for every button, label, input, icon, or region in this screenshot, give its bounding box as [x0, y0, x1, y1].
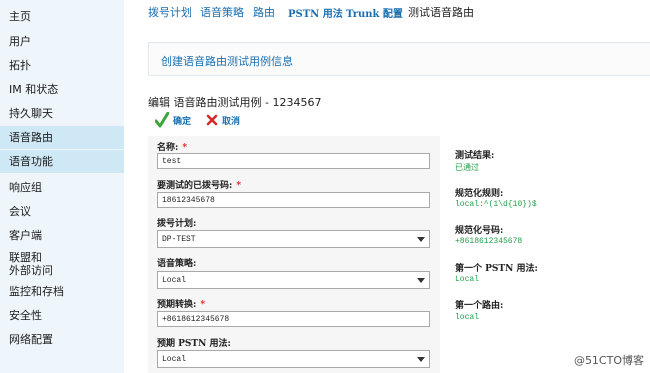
voice-policy-value: Local — [162, 276, 187, 285]
expected-pstn-label: 预期 PSTN 用法: — [157, 339, 231, 349]
expected-pstn-select[interactable]: Local — [157, 350, 430, 368]
sidebar-item-federation-line1: 联盟和 — [9, 251, 42, 264]
sidebar-item-response-groups[interactable]: 响应组 — [0, 181, 124, 194]
page-title: 编辑 语音路由测试用例 - 1234567 — [148, 96, 322, 109]
first-route-label: 第一个路由: — [455, 301, 504, 311]
sidebar-item-home[interactable]: 主页 — [0, 10, 124, 23]
normalization-rule-label: 规范化规则: — [455, 189, 504, 199]
dialed-number-field[interactable]: 18612345678 — [157, 192, 430, 208]
sidebar-item-clients[interactable]: 客户端 — [0, 229, 124, 242]
expected-translation-label: 预期转换: * — [157, 297, 205, 310]
sidebar-item-voice-routing[interactable]: 语音路由 — [0, 126, 124, 149]
tab-test-voice-routing[interactable]: 测试语音路由 — [408, 4, 474, 20]
checkmark-icon — [155, 112, 169, 128]
chevron-down-icon — [417, 278, 425, 283]
tab-pstn-usage[interactable]: PSTN 用法 — [288, 5, 343, 20]
sidebar-item-network-configuration[interactable]: 网络配置 — [0, 333, 124, 346]
voice-policy-label: 语音策略: — [157, 259, 197, 269]
expected-translation-field[interactable]: +8618612345678 — [157, 311, 430, 327]
sidebar-item-monitoring-archiving[interactable]: 监控和存档 — [0, 285, 124, 298]
normalized-number-value: +8618612345678 — [455, 237, 523, 246]
required-marker: * — [200, 300, 206, 310]
normalization-rule-value: local:^(1\d{10})$ — [455, 200, 537, 209]
sidebar-item-federation[interactable]: 联盟和 外部访问 — [0, 251, 124, 277]
test-result-label: 测试结果: — [455, 151, 495, 161]
sidebar-item-im-presence[interactable]: IM 和状态 — [0, 83, 124, 96]
first-route-value: local — [455, 313, 480, 322]
required-marker: * — [236, 181, 242, 191]
name-label: 名称: * — [157, 140, 187, 153]
dial-plan-value: DP-TEST — [162, 235, 196, 244]
tab-dial-plan[interactable]: 拨号计划 — [148, 4, 192, 20]
tab-voice-policy[interactable]: 语音策略 — [200, 4, 244, 20]
close-icon — [206, 114, 218, 126]
ok-button[interactable]: 确定 — [155, 112, 191, 128]
sidebar-item-security[interactable]: 安全性 — [0, 309, 124, 322]
dial-plan-select[interactable]: DP-TEST — [157, 230, 430, 248]
test-result-value: 已通过 — [455, 163, 479, 172]
sidebar: 主页 用户 拓扑 IM 和状态 持久聊天 语音路由 语音功能 响应组 会议 客户… — [0, 0, 124, 373]
ok-button-label: 确定 — [173, 116, 192, 127]
sidebar-item-conferencing[interactable]: 会议 — [0, 205, 124, 218]
sidebar-item-users[interactable]: 用户 — [0, 35, 124, 48]
expected-translation-label-text: 预期转换: — [157, 300, 197, 310]
watermark: @51CTO博客 — [573, 354, 644, 367]
name-field[interactable]: test — [157, 153, 430, 169]
required-marker: * — [182, 143, 188, 153]
number-label-text: 要测试的已拨号码: — [157, 181, 233, 191]
tab-route[interactable]: 路由 — [253, 4, 275, 20]
first-pstn-usage-label: 第一个 PSTN 用法: — [455, 264, 538, 274]
name-label-text: 名称: — [157, 143, 179, 153]
expected-pstn-value: Local — [162, 355, 187, 364]
sidebar-item-federation-line2: 外部访问 — [9, 264, 53, 277]
normalized-number-label: 规范化号码: — [455, 226, 504, 236]
sidebar-item-voice-features[interactable]: 语音功能 — [0, 150, 124, 173]
voice-policy-select[interactable]: Local — [157, 271, 430, 289]
chevron-down-icon — [417, 357, 425, 362]
create-test-case-link[interactable]: 创建语音路由测试用例信息 — [161, 53, 293, 69]
cancel-button[interactable]: 取消 — [206, 112, 240, 128]
number-label: 要测试的已拨号码: * — [157, 178, 241, 191]
cancel-button-label: 取消 — [222, 116, 241, 127]
tab-trunk-configuration[interactable]: Trunk 配置 — [346, 5, 403, 20]
sidebar-item-topology[interactable]: 拓扑 — [0, 59, 124, 72]
sidebar-item-persistent-chat[interactable]: 持久聊天 — [0, 107, 124, 120]
chevron-down-icon — [417, 237, 425, 242]
info-box: 创建语音路由测试用例信息 — [148, 42, 650, 76]
dial-plan-label: 拨号计划: — [157, 219, 197, 229]
first-pstn-usage-value: Local — [455, 275, 480, 284]
